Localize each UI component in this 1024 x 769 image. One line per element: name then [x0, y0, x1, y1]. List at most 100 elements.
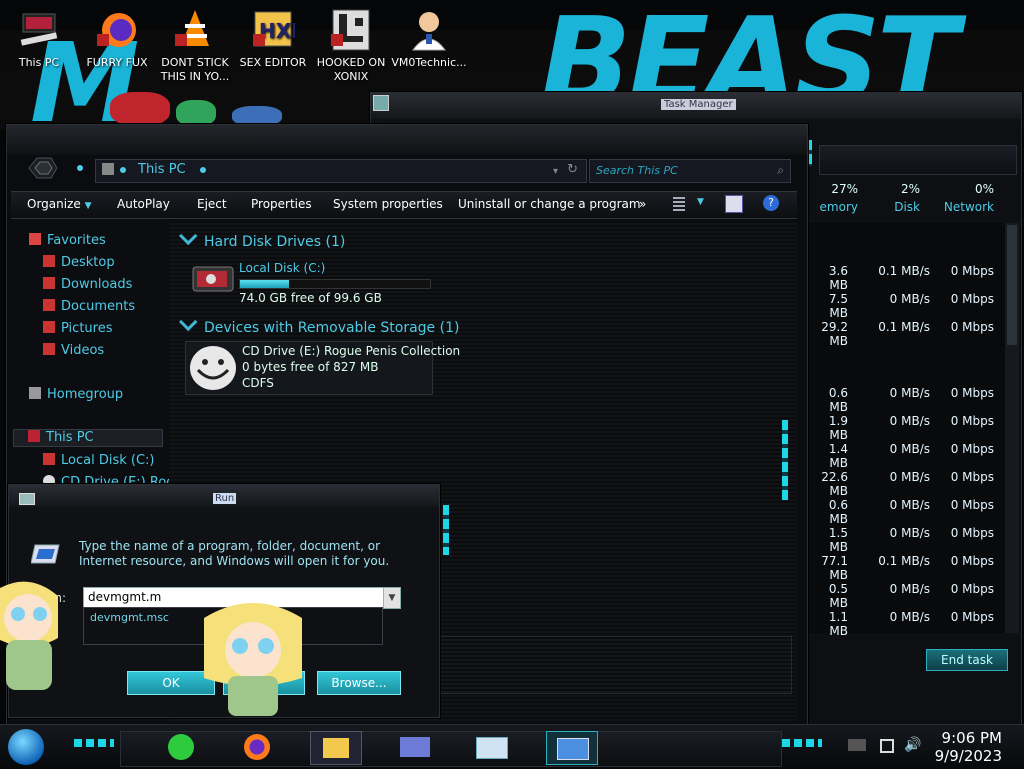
taskbar-task-manager[interactable]	[466, 731, 516, 763]
chevron-down-icon	[179, 312, 198, 332]
process-row[interactable]: 1.9 MB 0 MB/s 0 Mbps	[810, 414, 1000, 442]
clock-time: 9:06 PM	[941, 729, 1002, 747]
search-icon[interactable]: ⌕	[777, 163, 784, 178]
memory-cell: 0.5 MB	[828, 582, 848, 610]
disk-cell: 0 MB/s	[889, 498, 930, 512]
back-forward-orb[interactable]	[23, 155, 58, 181]
memory-cell: 1.4 MB	[828, 442, 848, 470]
cd-drive-name: CD Drive (E:) Rogue Penis Collection	[242, 344, 461, 358]
column-header-network[interactable]: Network	[934, 200, 994, 214]
firefox-icon	[244, 734, 270, 760]
taskbar-firefox[interactable]	[232, 731, 282, 763]
desktop-icon-hooked-on-xonix[interactable]: HOOKED ON XONIX	[312, 6, 390, 84]
taskbar-explorer[interactable]	[310, 731, 362, 765]
network-cell: 0 Mbps	[950, 582, 994, 596]
column-header-memory[interactable]: emory	[810, 200, 858, 214]
nav-this-pc[interactable]: This PC	[13, 429, 163, 447]
nav-local-disk[interactable]: Local Disk (C:)	[43, 453, 154, 468]
end-task-button[interactable]: End task	[926, 649, 1008, 671]
refresh-icon[interactable]: ↻	[567, 162, 578, 177]
nav-desktop[interactable]: Desktop	[43, 255, 115, 270]
autocomplete-item[interactable]: devmgmt.msc	[90, 611, 169, 624]
nav-favorites[interactable]: Favorites	[29, 233, 106, 248]
process-row[interactable]: 0.6 MB 0 MB/s 0 Mbps	[810, 386, 1000, 414]
desktop-icon-furry-fux[interactable]: FURRY FUX	[78, 6, 156, 70]
search-box[interactable]: Search This PC ⌕	[589, 159, 791, 183]
run-icon	[557, 738, 589, 760]
hxd-icon: HXD	[251, 8, 308, 52]
disk-cell: 0 MB/s	[889, 442, 930, 456]
memory-cell: 1.9 MB	[828, 414, 848, 442]
scrollbar-thumb[interactable]	[1007, 225, 1017, 345]
network-cell: 0 Mbps	[950, 320, 994, 334]
taskbar-run[interactable]	[546, 731, 598, 765]
run-icon	[30, 543, 61, 565]
desktop-icon-this-pc[interactable]: This PC	[0, 6, 78, 70]
process-row[interactable]: 29.2 MB 0.1 MB/s 0 Mbps	[810, 320, 1000, 348]
browse-button[interactable]: Browse...	[317, 671, 401, 695]
window-accent	[782, 420, 788, 500]
cd-drive-tile[interactable]: CD Drive (E:) Rogue Penis Collection 0 b…	[185, 341, 460, 395]
system-clock[interactable]: 9:06 PM 9/9/2023	[935, 729, 1002, 765]
disk-cell: 0 MB/s	[889, 470, 930, 484]
preview-pane-icon[interactable]	[725, 195, 743, 213]
disk-cell: 0 MB/s	[889, 582, 930, 596]
group-header-hdd[interactable]: Hard Disk Drives (1)	[179, 226, 345, 250]
autoplay-button[interactable]: AutoPlay	[117, 197, 170, 211]
notes-icon	[168, 734, 194, 760]
start-button[interactable]	[8, 729, 44, 765]
hard-drive-icon	[191, 261, 235, 297]
process-row[interactable]: 7.5 MB 0 MB/s 0 Mbps	[810, 292, 1000, 320]
process-row[interactable]: 77.1 MB 0.1 MB/s 0 Mbps	[810, 554, 1000, 582]
taskbar-band	[120, 731, 782, 767]
taskbar-app-green[interactable]	[156, 731, 206, 763]
volume-icon[interactable]: 🔊	[904, 737, 921, 753]
local-disk-name[interactable]: Local Disk (C:)	[239, 261, 325, 276]
nav-videos[interactable]: Videos	[43, 343, 104, 358]
chevron-down-icon	[179, 226, 198, 246]
local-disk-free: 74.0 GB free of 99.6 GB	[239, 291, 382, 305]
disk-cell: 0 MB/s	[889, 414, 930, 428]
uninstall-program-button[interactable]: Uninstall or change a program	[458, 197, 641, 211]
disk-usage-bar	[239, 279, 431, 289]
process-row[interactable]: 0.5 MB 0 MB/s 0 Mbps	[810, 582, 1000, 610]
properties-button[interactable]: Properties	[251, 197, 312, 211]
address-bar[interactable]: This PC ▾ ↻	[95, 159, 587, 183]
process-row[interactable]: 1.1 MB 0 MB/s 0 Mbps	[810, 610, 1000, 638]
nav-homegroup[interactable]: Homegroup	[29, 387, 123, 402]
desktop-icon-vm0technic[interactable]: VM0Technic...	[390, 6, 468, 70]
desktop-icon-dont-stick[interactable]: DONT STICK THIS IN YO...	[156, 6, 234, 84]
more-commands-button[interactable]: »	[639, 197, 646, 211]
nav-downloads[interactable]: Downloads	[43, 277, 132, 292]
network-cell: 0 Mbps	[950, 526, 994, 540]
scrollbar[interactable]	[1005, 223, 1019, 633]
star-icon	[29, 233, 41, 245]
network-icon[interactable]	[880, 739, 894, 753]
chevron-down-icon[interactable]: ▼	[383, 588, 400, 608]
desktop-icon-sex-editor[interactable]: HXD SEX EDITOR	[234, 6, 312, 70]
details-pane	[440, 636, 792, 694]
view-icon[interactable]	[673, 197, 685, 211]
view-dropdown-icon[interactable]: ▼	[697, 197, 704, 207]
process-row[interactable]: 3.6 MB 0.1 MB/s 0 Mbps	[810, 264, 1000, 292]
taskbar-control-panel[interactable]	[390, 731, 440, 763]
system-properties-button[interactable]: System properties	[333, 197, 443, 211]
nav-pictures[interactable]: Pictures	[43, 321, 112, 336]
character-sticker	[0, 578, 62, 698]
network-cell: 0 Mbps	[950, 470, 994, 484]
nav-documents[interactable]: Documents	[43, 299, 135, 314]
network-cell: 0 Mbps	[950, 414, 994, 428]
process-row[interactable]: 22.6 MB 0 MB/s 0 Mbps	[810, 470, 1000, 498]
process-row[interactable]: 0.6 MB 0 MB/s 0 Mbps	[810, 498, 1000, 526]
dropdown-arrow-icon[interactable]: ▾	[553, 166, 558, 177]
process-row[interactable]: 1.5 MB 0 MB/s 0 Mbps	[810, 526, 1000, 554]
process-row[interactable]: 1.4 MB 0 MB/s 0 Mbps	[810, 442, 1000, 470]
help-icon[interactable]: ?	[763, 195, 779, 211]
eject-button[interactable]: Eject	[197, 197, 227, 211]
show-desktop-icon[interactable]	[848, 739, 866, 751]
group-header-removable[interactable]: Devices with Removable Storage (1)	[179, 312, 459, 336]
organize-button[interactable]: Organize ▼	[27, 197, 92, 211]
disk-cell: 0 MB/s	[889, 386, 930, 400]
column-header-disk[interactable]: Disk	[880, 200, 920, 214]
search-input[interactable]: Search This PC	[596, 164, 678, 177]
